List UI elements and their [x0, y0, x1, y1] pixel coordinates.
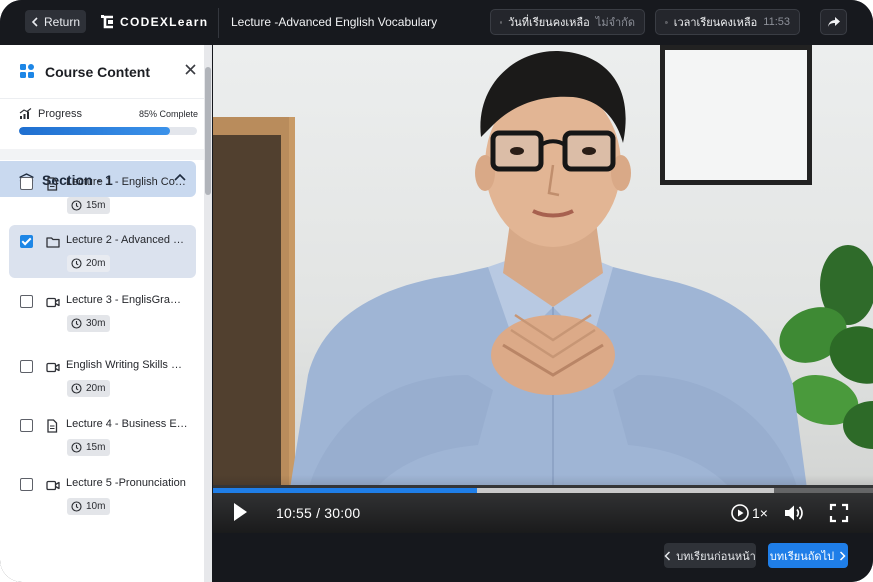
- course-content-icon: [20, 64, 34, 78]
- duration-value: 20m: [86, 258, 106, 269]
- clock-icon: [71, 200, 82, 211]
- controls-shade: [213, 475, 873, 533]
- chevron-right-icon: [840, 550, 846, 561]
- top-bar: Return CODEXLearn Lecture -Advanced Engl…: [0, 0, 873, 45]
- return-label: Return: [43, 14, 81, 29]
- sidebar-scrollbar[interactable]: [204, 45, 212, 582]
- previous-lesson-label: บทเรียนก่อนหน้า: [676, 550, 756, 563]
- clock-icon: [71, 442, 82, 453]
- duration-badge: 30m: [67, 315, 111, 332]
- volume-icon: [785, 505, 803, 521]
- return-button[interactable]: Return: [25, 10, 86, 33]
- seek-bar[interactable]: [213, 488, 873, 493]
- course-sidebar: Course Content Progress 85% Complete Sec…: [0, 45, 212, 582]
- lesson-title: Lecture 1 - English Conversation: [66, 176, 190, 188]
- playback-speed-icon: [731, 504, 749, 522]
- lesson-item[interactable]: Lecture 3 - EnglisGrammar 30m: [9, 285, 196, 338]
- fullscreen-button[interactable]: [829, 503, 849, 528]
- scrollbar-thumb[interactable]: [205, 67, 211, 195]
- seek-played: [213, 488, 477, 493]
- progress-percent: 85% Complete: [138, 109, 198, 119]
- lesson-title: Lecture 4 - Business English: [66, 418, 190, 430]
- clock-icon: [71, 258, 82, 269]
- duration-value: 10m: [86, 501, 106, 512]
- video-icon: [46, 295, 60, 313]
- time-remaining-label: เวลาเรียนคงเหลือ: [673, 17, 758, 29]
- lesson-checkbox[interactable]: [20, 360, 33, 373]
- lesson-item[interactable]: Lecture 5 -Pronunciation 10m: [9, 468, 196, 521]
- clock-icon: [665, 20, 668, 24]
- duration-badge: 10m: [67, 498, 111, 515]
- next-lesson-label: บทเรียนถัดไป: [769, 550, 835, 563]
- lesson-item[interactable]: English Writing Skills Workshop 20m: [9, 350, 196, 403]
- progress-bar-fill: [19, 127, 171, 135]
- duration-value: 15m: [86, 200, 106, 211]
- days-remaining-pill: วันที่เรียนคงเหลือ ไม่จำกัด: [490, 9, 645, 35]
- clock-icon: [71, 501, 82, 512]
- duration-value: 20m: [86, 383, 106, 394]
- app-window: Return CODEXLearn Lecture -Advanced Engl…: [0, 0, 873, 582]
- lesson-title: Lecture 2 - Advanced English Vocabulary: [66, 234, 190, 246]
- lesson-checkbox[interactable]: [20, 478, 33, 491]
- progress-bar: [19, 127, 197, 135]
- sidebar-title: Course Content: [45, 64, 150, 80]
- playback-speed-value[interactable]: 1×: [752, 505, 768, 521]
- time-readout: 10:55 / 30:00: [276, 505, 361, 521]
- calendar-icon: [500, 21, 503, 23]
- sidebar-header: Course Content: [0, 45, 204, 98]
- chevron-left-icon: [664, 550, 671, 561]
- lesson-title: Lecture 3 - EnglisGrammar: [66, 294, 190, 306]
- previous-lesson-button[interactable]: บทเรียนก่อนหน้า: [664, 543, 756, 568]
- codexlearn-logo: CODEXLearn: [100, 13, 208, 31]
- lesson-checkbox[interactable]: [20, 235, 33, 248]
- close-icon: [185, 64, 196, 75]
- document-icon: [46, 177, 58, 196]
- lesson-checkbox[interactable]: [20, 177, 33, 190]
- duration-badge: 15m: [67, 197, 111, 214]
- lesson-title: English Writing Skills Workshop: [66, 359, 190, 371]
- time-remaining-pill: เวลาเรียนคงเหลือ 11:53: [655, 9, 800, 35]
- progress-chart-icon: [19, 108, 32, 119]
- video-presenter: [283, 50, 813, 533]
- duration-value: 30m: [86, 318, 106, 329]
- video-player[interactable]: 10:55 / 30:00 1×: [213, 45, 873, 533]
- lesson-item[interactable]: Lecture 4 - Business English 15m: [9, 409, 196, 462]
- play-icon: [234, 503, 247, 521]
- duration-value: 15m: [86, 442, 106, 453]
- duration-badge: 15m: [67, 439, 111, 456]
- playback-speed-button[interactable]: [730, 503, 750, 528]
- duration-badge: 20m: [67, 380, 111, 397]
- video-icon: [46, 360, 60, 378]
- video-icon: [46, 478, 60, 496]
- fullscreen-icon: [829, 503, 849, 523]
- progress-label: Progress: [38, 108, 83, 120]
- sidebar-divider: [0, 98, 204, 99]
- chevron-left-icon: [31, 16, 38, 27]
- lesson-checkbox[interactable]: [20, 419, 33, 432]
- lesson-item[interactable]: Lecture 1 - English Conversation 15m: [9, 167, 196, 220]
- close-sidebar-button[interactable]: [185, 64, 196, 78]
- logo-mark-icon: [101, 15, 113, 29]
- time-remaining-value: 11:53: [763, 16, 790, 28]
- share-button[interactable]: [820, 9, 847, 35]
- document-icon: [46, 419, 58, 438]
- lesson-checkbox[interactable]: [20, 295, 33, 308]
- share-arrow-icon: [827, 17, 840, 27]
- lecture-title: Lecture -Advanced English Vocabulary: [231, 15, 438, 29]
- sidebar-band: [0, 149, 204, 160]
- duration-badge: 20m: [67, 255, 111, 272]
- lesson-item[interactable]: Lecture 2 - Advanced English Vocabulary 2…: [9, 225, 196, 278]
- lesson-title: Lecture 5 -Pronunciation: [66, 477, 186, 489]
- topbar-divider: [218, 8, 219, 38]
- days-remaining-label: วันที่เรียนคงเหลือ: [508, 17, 590, 29]
- days-remaining-value: ไม่จำกัด: [595, 17, 635, 29]
- volume-button[interactable]: [783, 503, 805, 528]
- clock-icon: [71, 318, 82, 329]
- clock-icon: [71, 383, 82, 394]
- lesson-nav-bar: บทเรียนก่อนหน้า บทเรียนถัดไป: [213, 533, 873, 582]
- logo-text: CODEXLearn: [120, 15, 209, 29]
- folder-icon: [46, 235, 60, 253]
- next-lesson-button[interactable]: บทเรียนถัดไป: [768, 543, 848, 568]
- play-button[interactable]: [231, 501, 249, 528]
